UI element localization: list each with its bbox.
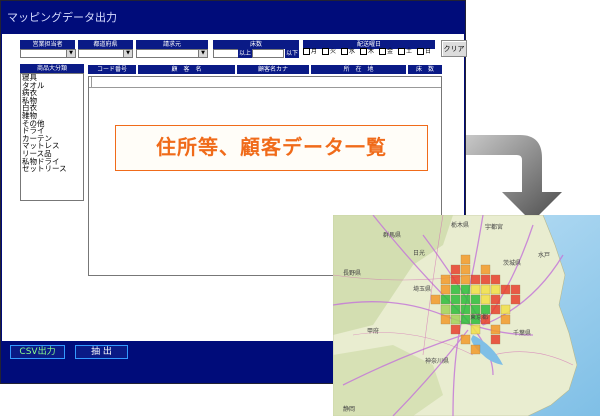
heatmap-cell [460, 284, 471, 295]
heatmap-cell [480, 274, 491, 285]
map-label: 水戸 [538, 251, 550, 259]
heatmap-cell [480, 304, 491, 315]
sales-staff-select[interactable]: ▼ [20, 49, 76, 58]
billing-select[interactable]: ▼ [136, 49, 208, 58]
tsubo-label: 床数 [213, 40, 299, 49]
chevron-down-icon: ▼ [66, 50, 75, 57]
map-label: 茨城県 [503, 259, 521, 267]
prefecture-label: 都道府県 [78, 40, 133, 49]
chevron-down-icon: ▼ [198, 50, 207, 57]
clear-button[interactable]: クリア [441, 40, 467, 57]
heatmap-cell [500, 314, 511, 325]
column-header-code[interactable]: コード番号 [88, 65, 136, 74]
mapping-map: 群馬県 栃木県 宇都宮 茨城県 水戸 埼玉県 東京都 千葉県 甲府 神奈川県 静… [333, 215, 600, 416]
heatmap-cell [470, 274, 481, 285]
sales-staff-label: 営業担当者 [20, 40, 75, 49]
day-checkbox-tue[interactable]: 火 [322, 48, 336, 56]
checkbox-icon [417, 48, 424, 55]
prefecture-select[interactable]: ▼ [78, 49, 133, 58]
csv-export-button[interactable]: CSV出力 [10, 345, 65, 359]
heatmap-cell [490, 284, 501, 295]
heatmap-cell [490, 274, 501, 285]
heatmap-cell [460, 294, 471, 305]
tsubo-to-input[interactable] [252, 49, 284, 58]
heatmap-cell [470, 344, 481, 355]
map-label: 栃木県 [451, 221, 469, 229]
map-label: 神奈川県 [425, 357, 449, 365]
heatmap-cell [440, 304, 451, 315]
heatmap-cell [460, 304, 471, 315]
table-cell [89, 77, 92, 87]
column-header-customer-kana[interactable]: 顧客名カナ [237, 65, 309, 74]
day-checkbox-mon[interactable]: 月 [303, 48, 317, 56]
map-label: 甲府 [367, 327, 379, 335]
column-header-customer-name[interactable]: 顧 客 名 [138, 65, 235, 74]
billing-label: 請求元 [136, 40, 208, 49]
day-checkbox-fri[interactable]: 金 [379, 48, 393, 56]
checkbox-icon [379, 48, 386, 55]
heatmap-cell [490, 324, 501, 335]
map-label: 千葉県 [513, 329, 531, 337]
map-label: 宇都宮 [485, 223, 503, 231]
checkbox-icon [360, 48, 367, 55]
heatmap-cell [480, 264, 491, 275]
heatmap-cell [510, 294, 521, 305]
window-title: マッピングデータ出力 [7, 11, 117, 24]
checkbox-icon [303, 48, 310, 55]
heatmap-cell [440, 284, 451, 295]
map-label: 群馬県 [383, 231, 401, 239]
chevron-down-icon: ▼ [123, 50, 132, 57]
heatmap-cell [470, 284, 481, 295]
day-checkbox-wed[interactable]: 水 [341, 48, 355, 56]
heatmap-cell [490, 294, 501, 305]
tsubo-to-suffix: 以下 [285, 49, 299, 58]
map-label: 長野県 [343, 269, 361, 277]
heatmap-cell [450, 264, 461, 275]
heatmap-cell [440, 294, 451, 305]
heatmap-cell [480, 284, 491, 295]
map-label: 静岡 [343, 405, 355, 413]
heatmap-cell [450, 304, 461, 315]
map-label: 埼玉県 [413, 285, 431, 293]
heatmap-cell [460, 264, 471, 275]
list-item[interactable]: セットリース [22, 165, 83, 173]
extract-button[interactable]: 抽 出 [75, 345, 128, 359]
heatmap-cell [460, 254, 471, 265]
heatmap-cell [450, 314, 461, 325]
heatmap-cell [450, 324, 461, 335]
column-header-address[interactable]: 所 在 地 [311, 65, 406, 74]
heatmap-cell [440, 314, 451, 325]
checkbox-icon [341, 48, 348, 55]
category-list[interactable]: 寝具 タオル 病衣 私物 白衣 雑物 その他 ドライ カーテン マットレス リー… [20, 73, 84, 201]
heatmap-cell [510, 284, 521, 295]
heatmap-cell [450, 294, 461, 305]
heatmap-cell [500, 304, 511, 315]
callout-banner: 住所等、顧客データ一覧 [115, 125, 428, 171]
tsubo-from-suffix: 以上 [238, 49, 252, 58]
heatmap-cell [470, 324, 481, 335]
heatmap-cell [460, 334, 471, 345]
heatmap-cell [460, 274, 471, 285]
map-label: 日光 [413, 249, 425, 257]
table-row[interactable] [89, 77, 441, 88]
checkbox-icon [398, 48, 405, 55]
heatmap-cell [460, 314, 471, 325]
heatmap-cell [490, 304, 501, 315]
heatmap-cell [470, 294, 481, 305]
map-label: 東京都 [470, 313, 488, 321]
day-checkbox-sun[interactable]: 日 [417, 48, 431, 56]
heatmap-cell [450, 284, 461, 295]
heatmap-cell [490, 334, 501, 345]
heatmap-cell [500, 284, 511, 295]
column-header-tsubo[interactable]: 床 数 [408, 65, 442, 74]
day-checkbox-sat[interactable]: 土 [398, 48, 412, 56]
heatmap-cell [440, 274, 451, 285]
heatmap-cell [480, 294, 491, 305]
heatmap-cell [450, 274, 461, 285]
category-header: 商品大分類 [20, 64, 84, 73]
checkbox-icon [322, 48, 329, 55]
day-checkbox-thu[interactable]: 木 [360, 48, 374, 56]
heatmap-cell [470, 304, 481, 315]
heatmap-cell [430, 294, 441, 305]
